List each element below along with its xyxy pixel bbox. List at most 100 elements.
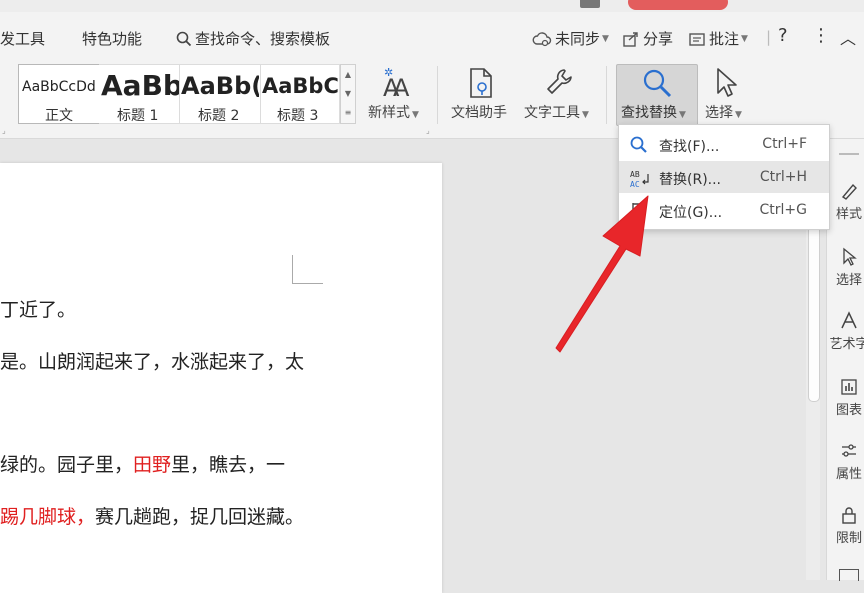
find-replace-button[interactable]: 查找替换 ▼ <box>616 64 698 126</box>
wordart-icon <box>841 311 857 329</box>
style-sample: AaBb <box>101 69 179 102</box>
menu-item-replace[interactable]: AB AC 替换(R)... Ctrl+H <box>619 161 829 193</box>
panel-more-icon[interactable] <box>839 569 859 581</box>
side-restrict-button[interactable]: 限制 <box>827 505 864 546</box>
menu-item-label: 定位(G)... <box>659 205 723 221</box>
find-replace-dropdown: 查找(F)... Ctrl+F AB AC 替换(R)... Ctrl+H 定位… <box>618 124 830 230</box>
text-line: 丁近了。 <box>0 299 77 321</box>
side-chart-button[interactable]: 图表 <box>827 377 864 418</box>
expand-gallery-icon[interactable]: ≡ <box>341 103 355 122</box>
divider <box>606 66 607 124</box>
lock-icon <box>842 507 856 524</box>
search-icon <box>630 136 647 153</box>
chevron-down-icon: ▼ <box>412 110 419 120</box>
side-styles-button[interactable]: 样式 <box>827 181 864 222</box>
comment-icon <box>689 32 705 46</box>
side-wordart-button[interactable]: 艺术字 <box>827 311 864 352</box>
highlighted-text: 踢几脚球， <box>0 506 96 528</box>
text-tools-label: 文字工具 <box>524 105 580 121</box>
margin-marker <box>292 255 323 284</box>
text-line: 踢几脚球，赛几趟跑，捉几回迷藏。 <box>0 506 305 528</box>
chevron-down-icon: ▼ <box>741 33 748 44</box>
magnifier-icon <box>643 69 672 98</box>
window-control-icon[interactable] <box>580 0 600 8</box>
style-heading-3[interactable]: AaBbC( 标题 3 <box>261 64 340 124</box>
panel-grip[interactable] <box>839 153 859 155</box>
menu-bar: 发工具 特色功能 查找命令、搜索模板 未同步 ▼ 分享 批注 ▼ | ? ⋮ ︿ <box>0 12 864 60</box>
svg-text:A: A <box>393 74 410 100</box>
style-sample: AaBb( <box>181 72 259 100</box>
share-label: 分享 <box>643 30 674 48</box>
style-gallery-scroller[interactable]: ▲ ▼ ≡ <box>340 64 356 124</box>
menu-item-goto[interactable]: 定位(G)... Ctrl+G <box>619 194 829 226</box>
style-sample: AaBbC( <box>262 74 338 98</box>
find-replace-label: 查找替换 ▼ <box>621 105 686 121</box>
menu-item-shortcut: Ctrl+F <box>762 136 807 152</box>
menu-special-features[interactable]: 特色功能 <box>82 28 142 49</box>
top-strip <box>0 0 864 12</box>
cursor-arrow-icon <box>843 247 857 266</box>
collapse-ribbon-icon[interactable]: ︿ <box>840 25 856 49</box>
side-select-button[interactable]: 选择 <box>827 247 864 288</box>
style-heading-2[interactable]: AaBb( 标题 2 <box>180 64 261 124</box>
sync-button[interactable]: 未同步 ▼ <box>532 28 609 49</box>
side-properties-button[interactable]: 属性 <box>827 441 864 482</box>
style-label: 正文 <box>45 108 73 124</box>
menu-item-find[interactable]: 查找(F)... Ctrl+F <box>619 128 829 160</box>
sync-label: 未同步 <box>555 30 601 48</box>
svg-text:✲: ✲ <box>384 66 393 79</box>
svg-text:AC: AC <box>630 180 640 189</box>
replace-icon: AB AC <box>630 170 649 189</box>
style-sample: AaBbCcDd <box>22 79 96 95</box>
document-helper-icon[interactable] <box>466 66 496 100</box>
select-label: 选择 <box>705 105 733 121</box>
right-side-panel: 样式 选择 艺术字 图表 属性 限制 <box>826 139 864 581</box>
share-icon <box>623 31 638 47</box>
menu-item-shortcut: Ctrl+H <box>759 169 807 185</box>
style-label: 标题 1 <box>117 108 159 124</box>
highlighted-text: 田野 <box>133 454 172 476</box>
svg-text:AB: AB <box>630 170 640 179</box>
cursor-arrow-icon[interactable] <box>712 66 740 100</box>
chart-icon <box>841 379 857 395</box>
style-label: 标题 3 <box>277 108 319 124</box>
chevron-down-icon[interactable]: ▼ <box>341 84 355 103</box>
menu-dev-tools[interactable]: 发工具 <box>0 28 45 49</box>
divider <box>437 66 438 124</box>
new-style-label: 新样式 <box>368 105 410 121</box>
menu-item-label: 替换(R)... <box>659 172 722 188</box>
menu-item-label: 查找(F)... <box>659 139 720 155</box>
style-heading-1[interactable]: AaBb 标题 1 <box>99 64 180 124</box>
command-search[interactable]: 查找命令、搜索模板 <box>176 28 330 49</box>
chevron-down-icon: ▼ <box>582 110 589 120</box>
chevron-up-icon[interactable]: ▲ <box>341 65 355 84</box>
chevron-down-icon: ▼ <box>735 110 742 120</box>
select-button[interactable]: 选择 ▼ <box>705 102 742 122</box>
goto-icon <box>632 203 646 218</box>
search-icon <box>176 31 192 46</box>
share-button[interactable]: 分享 <box>622 28 673 49</box>
login-pill-button[interactable] <box>628 0 728 10</box>
cloud-sync-icon <box>532 31 552 46</box>
text-line: 绿的。园子里，田野里，瞧去，一 <box>0 454 286 476</box>
group-expand-icon[interactable]: ⌟ <box>426 126 430 135</box>
document-helper-button[interactable]: 文档助手 <box>451 102 507 122</box>
document-page[interactable]: 丁近了。 是。山朗润起来了，水涨起来了，太 绿的。园子里，田野里，瞧去，一 踢几… <box>0 163 442 593</box>
new-style-icon[interactable]: A A ✲ <box>378 66 412 100</box>
menu-item-shortcut: Ctrl+G <box>759 202 808 218</box>
sliders-icon <box>842 444 856 457</box>
command-search-placeholder: 查找命令、搜索模板 <box>195 30 331 48</box>
text-tools-button[interactable]: 文字工具 ▼ <box>524 102 589 122</box>
comment-button[interactable]: 批注 ▼ <box>688 28 748 49</box>
text-line: 是。山朗润起来了，水涨起来了，太 <box>0 351 305 373</box>
style-normal[interactable]: AaBbCcDd 正文 <box>18 64 100 124</box>
chevron-down-icon: ▼ <box>602 33 609 44</box>
more-icon[interactable]: ⋮ <box>812 25 830 46</box>
wrench-icon[interactable] <box>544 66 574 100</box>
help-icon[interactable]: ? <box>778 25 788 46</box>
comment-label: 批注 <box>709 30 740 48</box>
group-expand-icon[interactable]: ⌟ <box>2 126 6 135</box>
new-style-button[interactable]: 新样式 ▼ <box>368 102 419 122</box>
style-label: 标题 2 <box>198 108 240 124</box>
divider: | <box>766 28 772 46</box>
